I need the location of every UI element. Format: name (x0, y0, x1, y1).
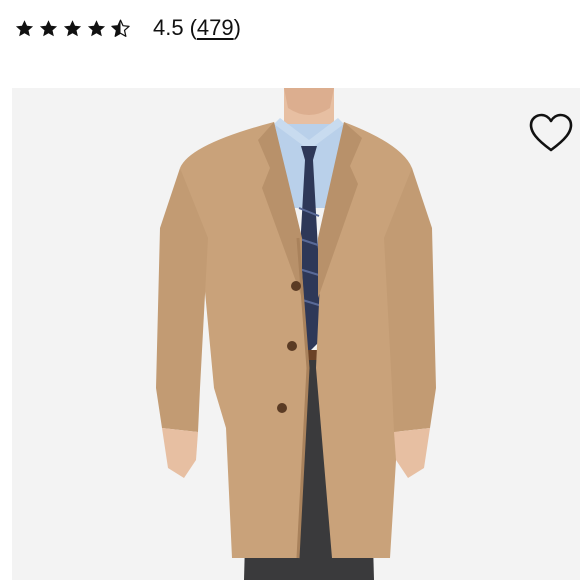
star-full-icon (39, 19, 58, 36)
coat-model-figure (156, 88, 436, 580)
rating-value: 4.5 (153, 15, 184, 40)
product-image[interactable] (12, 88, 580, 580)
star-full-icon (15, 19, 34, 36)
review-count-link[interactable]: 479 (197, 15, 234, 40)
review-count: (479) (190, 12, 241, 44)
review-count-open: ( (189, 15, 197, 40)
star-rating (14, 18, 131, 39)
star-full-icon (87, 19, 106, 36)
wishlist-heart-icon[interactable] (528, 112, 574, 154)
star-full-icon (63, 19, 82, 36)
rating-summary: 4.5 (479) (14, 12, 241, 44)
review-count-close: ) (233, 15, 241, 40)
star-half-icon (111, 19, 130, 37)
